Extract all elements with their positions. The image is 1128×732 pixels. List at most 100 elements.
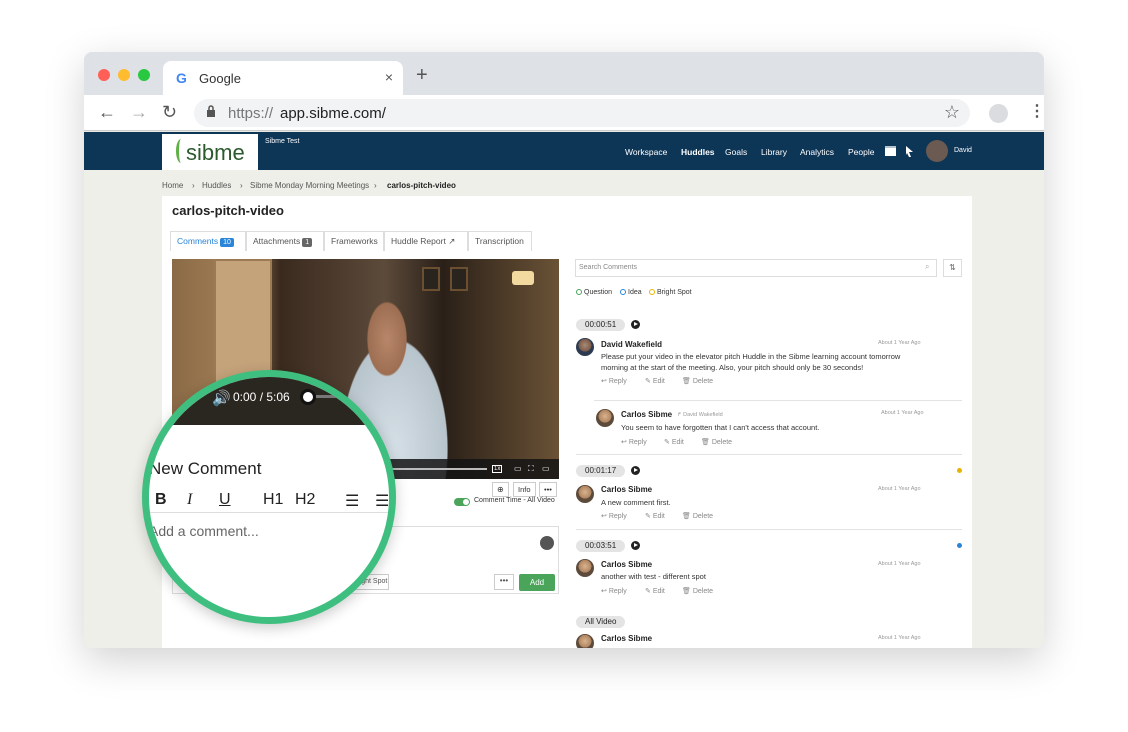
minimize-window-button[interactable] — [118, 69, 130, 81]
maximize-window-button[interactable] — [138, 69, 150, 81]
underline-button[interactable]: U — [219, 491, 231, 509]
close-window-button[interactable] — [98, 69, 110, 81]
breadcrumb-home[interactable]: Home — [162, 181, 183, 190]
all-video-pill[interactable]: All Video — [576, 616, 626, 628]
breadcrumb-huddles[interactable]: Huddles — [202, 181, 231, 190]
comment-input[interactable]: Add a comment... — [149, 523, 259, 539]
add-marker-icon[interactable]: ⊕ — [492, 482, 509, 497]
captions-icon[interactable]: ▭ — [514, 464, 522, 473]
close-tab-icon[interactable]: × — [385, 69, 393, 85]
legend-question[interactable]: Question — [576, 289, 612, 296]
reply-text: You seem to have forgotten that I can't … — [621, 423, 820, 432]
progress-knob[interactable] — [300, 389, 316, 405]
volume-icon[interactable]: 🔊 — [212, 389, 231, 407]
speed-button[interactable]: 1x — [492, 465, 503, 473]
idea-dot-icon — [620, 289, 626, 295]
edit-label: Edit — [671, 439, 684, 446]
play-icon[interactable] — [631, 541, 640, 550]
edit-action[interactable]: ✎ Edit — [645, 377, 665, 385]
delete-label: Delete — [692, 588, 714, 595]
bookmark-star-icon[interactable]: ☆ — [944, 102, 960, 123]
user-avatar[interactable] — [926, 140, 948, 162]
microphone-icon[interactable] — [540, 536, 554, 550]
tab-attachments[interactable]: Attachments 1 — [246, 231, 324, 251]
edit-label: Edit — [652, 378, 665, 385]
edit-action[interactable]: ✎ Edit — [645, 512, 665, 520]
tab-huddle-report[interactable]: Huddle Report ↗ — [384, 231, 468, 251]
search-comments-input[interactable]: Search Comments — [575, 259, 937, 277]
timestamp-pill[interactable]: 00:03:51 — [576, 540, 626, 552]
play-icon[interactable] — [631, 320, 640, 329]
nav-huddles[interactable]: Huddles — [681, 147, 715, 157]
timestamp-pill[interactable]: 00:01:17 — [576, 465, 626, 477]
tab-frameworks[interactable]: Frameworks — [324, 231, 384, 251]
delete-action[interactable]: 🗑 Delete — [682, 377, 713, 385]
new-tab-button[interactable]: + — [416, 64, 428, 87]
bullet-list-icon[interactable]: ☰ — [375, 491, 389, 511]
tab-comments[interactable]: Comments 10 — [170, 231, 246, 251]
forward-icon[interactable]: → — [130, 102, 148, 123]
profile-avatar[interactable] — [989, 104, 1008, 123]
user-name[interactable]: David — [954, 147, 972, 154]
account-switcher[interactable]: Sibme Test — [265, 138, 300, 145]
settings-icon[interactable]: ▭ — [542, 464, 550, 473]
nav-people[interactable]: People — [848, 147, 874, 157]
nav-analytics[interactable]: Analytics — [800, 147, 834, 157]
legend-bright-spot[interactable]: Bright Spot — [649, 289, 692, 296]
video-icon[interactable] — [885, 146, 896, 156]
sort-comments-button[interactable]: ⇅ — [943, 259, 962, 277]
composer-more-button[interactable]: ••• — [494, 574, 514, 590]
edit-action[interactable]: ✎ Edit — [645, 587, 665, 595]
back-icon[interactable]: ← — [98, 102, 116, 123]
comment-age: About 1 Year Ago — [878, 340, 921, 346]
nav-workspace[interactable]: Workspace — [625, 147, 667, 157]
delete-action[interactable]: 🗑 Delete — [682, 512, 713, 520]
italic-button[interactable]: I — [187, 491, 192, 509]
tab-huddle-report-label: Huddle Report — [391, 236, 446, 246]
edit-action[interactable]: ✎ Edit — [664, 438, 684, 446]
nav-goals[interactable]: Goals — [725, 147, 747, 157]
tab-transcription[interactable]: Transcription — [468, 231, 532, 251]
reply-label: Reply — [608, 378, 627, 385]
reload-icon[interactable]: ↻ — [162, 102, 177, 123]
leaf-icon — [176, 139, 186, 163]
sibme-logo[interactable]: sibme — [162, 134, 258, 170]
pointer-icon[interactable] — [905, 146, 914, 157]
comment-time-label: Comment Time - All Video — [474, 497, 555, 504]
divider — [149, 512, 389, 513]
comment-time-toggle[interactable] — [454, 498, 470, 506]
bold-button[interactable]: B — [155, 491, 167, 509]
reply-action[interactable]: ↩ Reply — [601, 587, 627, 595]
breadcrumb-huddle[interactable]: Sibme Monday Morning Meetings — [250, 181, 369, 190]
avatar — [576, 634, 594, 648]
fullscreen-icon[interactable]: ⛶ — [528, 464, 534, 474]
video-more-button[interactable]: ••• — [539, 482, 557, 497]
play-icon[interactable] — [631, 466, 640, 475]
legend-idea-label: Idea — [628, 289, 642, 296]
numbered-list-icon[interactable]: ☰ — [345, 491, 359, 511]
attachments-count-badge: 1 — [302, 238, 313, 247]
address-bar: ← → ↻ https:// app.sibme.com/ ☆ ⋮ — [84, 95, 1044, 131]
delete-action[interactable]: 🗑 Delete — [701, 438, 732, 446]
browser-menu-icon[interactable]: ⋮ — [1029, 101, 1044, 121]
heading1-button[interactable]: H1 — [263, 491, 283, 509]
browser-tab[interactable]: G Google × — [163, 61, 403, 95]
legend-idea[interactable]: Idea — [620, 289, 642, 296]
add-comment-button[interactable]: Add — [519, 574, 555, 591]
comment-author: Carlos Sibme — [601, 485, 653, 494]
timestamp-pill[interactable]: 00:00:51 — [576, 319, 626, 331]
heading2-button[interactable]: H2 — [295, 491, 315, 509]
zoomed-progress-bar[interactable] — [316, 395, 389, 398]
new-comment-heading: New Comment — [149, 459, 262, 478]
bright-spot-dot-icon — [649, 289, 655, 295]
url-host: app.sibme.com/ — [280, 105, 386, 122]
delete-action[interactable]: 🗑 Delete — [682, 587, 713, 595]
divider — [576, 454, 962, 455]
reply-action[interactable]: ↩ Reply — [601, 512, 627, 520]
info-button[interactable]: Info — [513, 482, 536, 497]
nav-library[interactable]: Library — [761, 147, 787, 157]
reply-action[interactable]: ↩ Reply — [601, 377, 627, 385]
tab-title: Google — [199, 71, 241, 86]
reply-action[interactable]: ↩ Reply — [621, 438, 647, 446]
url-field[interactable]: https:// app.sibme.com/ ☆ — [194, 99, 970, 127]
